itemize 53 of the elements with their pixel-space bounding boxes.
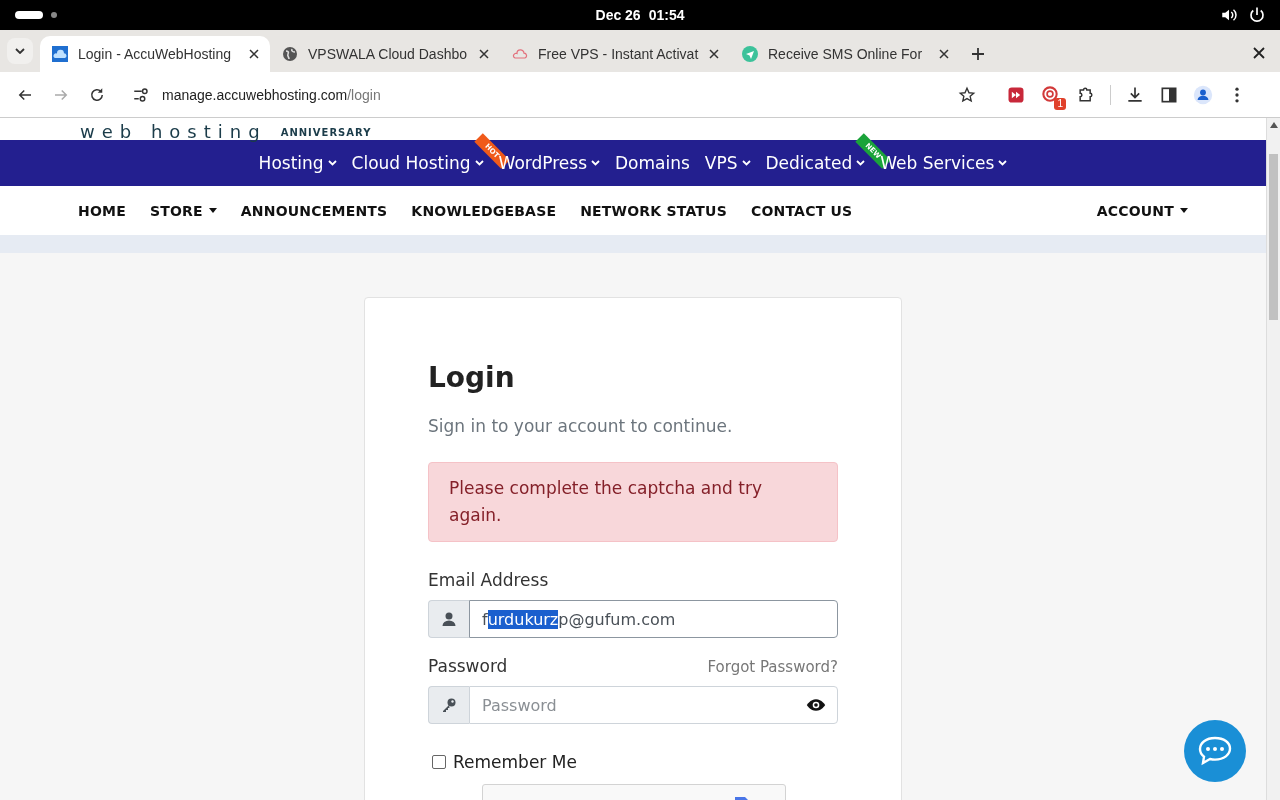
checkbox-label: Remember Me xyxy=(453,752,577,772)
checkbox[interactable] xyxy=(432,755,446,769)
close-icon[interactable] xyxy=(248,48,260,60)
notification-badge: 1 xyxy=(1054,97,1066,110)
chat-bubble-icon xyxy=(1197,735,1233,767)
nav-link[interactable]: Domains xyxy=(615,153,690,173)
nav-link[interactable]: STORE xyxy=(149,202,217,219)
profile-icon[interactable] xyxy=(1193,84,1213,105)
scrollbar-thumb[interactable] xyxy=(1269,154,1278,320)
tab-search-button[interactable] xyxy=(7,38,33,64)
site-settings-icon[interactable] xyxy=(132,85,150,104)
close-icon[interactable] xyxy=(708,48,721,60)
nav-link[interactable]: HOME xyxy=(78,202,126,219)
error-alert: Please complete the captcha and try again. xyxy=(428,462,838,542)
browser-tab[interactable]: VPSWALA Cloud Dashbo xyxy=(270,36,500,72)
nav-link[interactable]: ANNOUNCEMENTS xyxy=(240,202,388,219)
logo-tagline: ANNIVERSARY xyxy=(280,126,372,140)
forgot-password-link[interactable]: Forgot Password? xyxy=(707,658,838,676)
user-icon xyxy=(428,600,469,638)
browser-tab[interactable]: Free VPS - Instant Activat xyxy=(500,36,730,72)
account-menu[interactable]: ACCOUNT xyxy=(1096,202,1188,219)
close-icon[interactable] xyxy=(478,48,490,60)
clock-text: 01:54 xyxy=(648,7,685,23)
browser-tab[interactable]: Login - AccuWebHosting xyxy=(40,36,270,72)
nav-link[interactable]: NETWORK STATUS xyxy=(580,202,727,219)
bookmark-star-icon[interactable] xyxy=(958,85,976,104)
key-icon xyxy=(428,686,469,724)
paper-plane-icon xyxy=(742,46,758,62)
logo-text[interactable]: web hosting xyxy=(80,124,267,140)
login-title: Login xyxy=(428,360,516,396)
cloud-icon xyxy=(512,46,528,62)
url-text: manage.accuwebhosting.com/login xyxy=(162,86,381,103)
nav-link[interactable]: VPS xyxy=(704,153,751,173)
plus-icon xyxy=(971,47,985,61)
close-icon[interactable] xyxy=(938,48,950,60)
password-input[interactable]: Password xyxy=(469,686,838,724)
browser-tab[interactable]: Receive SMS Online For xyxy=(730,36,960,72)
chevron-icon xyxy=(15,48,25,54)
date-text: Dec 26 xyxy=(595,7,641,23)
power-icon[interactable] xyxy=(1248,6,1266,24)
globe-icon xyxy=(282,46,298,62)
scrollbar[interactable] xyxy=(1266,118,1280,800)
subtitle-text: Sign in to your account to continue. xyxy=(428,416,734,436)
scroll-up-arrow-icon[interactable] xyxy=(1270,122,1278,128)
nav-link[interactable]: CONTACT US xyxy=(750,202,853,219)
field-label: Email Address xyxy=(428,570,550,590)
field-label: Password xyxy=(428,656,508,676)
nav-link[interactable]: Hosting xyxy=(258,153,337,173)
close-icon[interactable] xyxy=(1252,46,1266,60)
nav-link[interactable]: KNOWLEDGEBASE xyxy=(411,202,557,219)
cloud-icon xyxy=(52,46,68,62)
activities-indicator[interactable] xyxy=(15,11,43,19)
workspace-dot xyxy=(51,12,57,18)
